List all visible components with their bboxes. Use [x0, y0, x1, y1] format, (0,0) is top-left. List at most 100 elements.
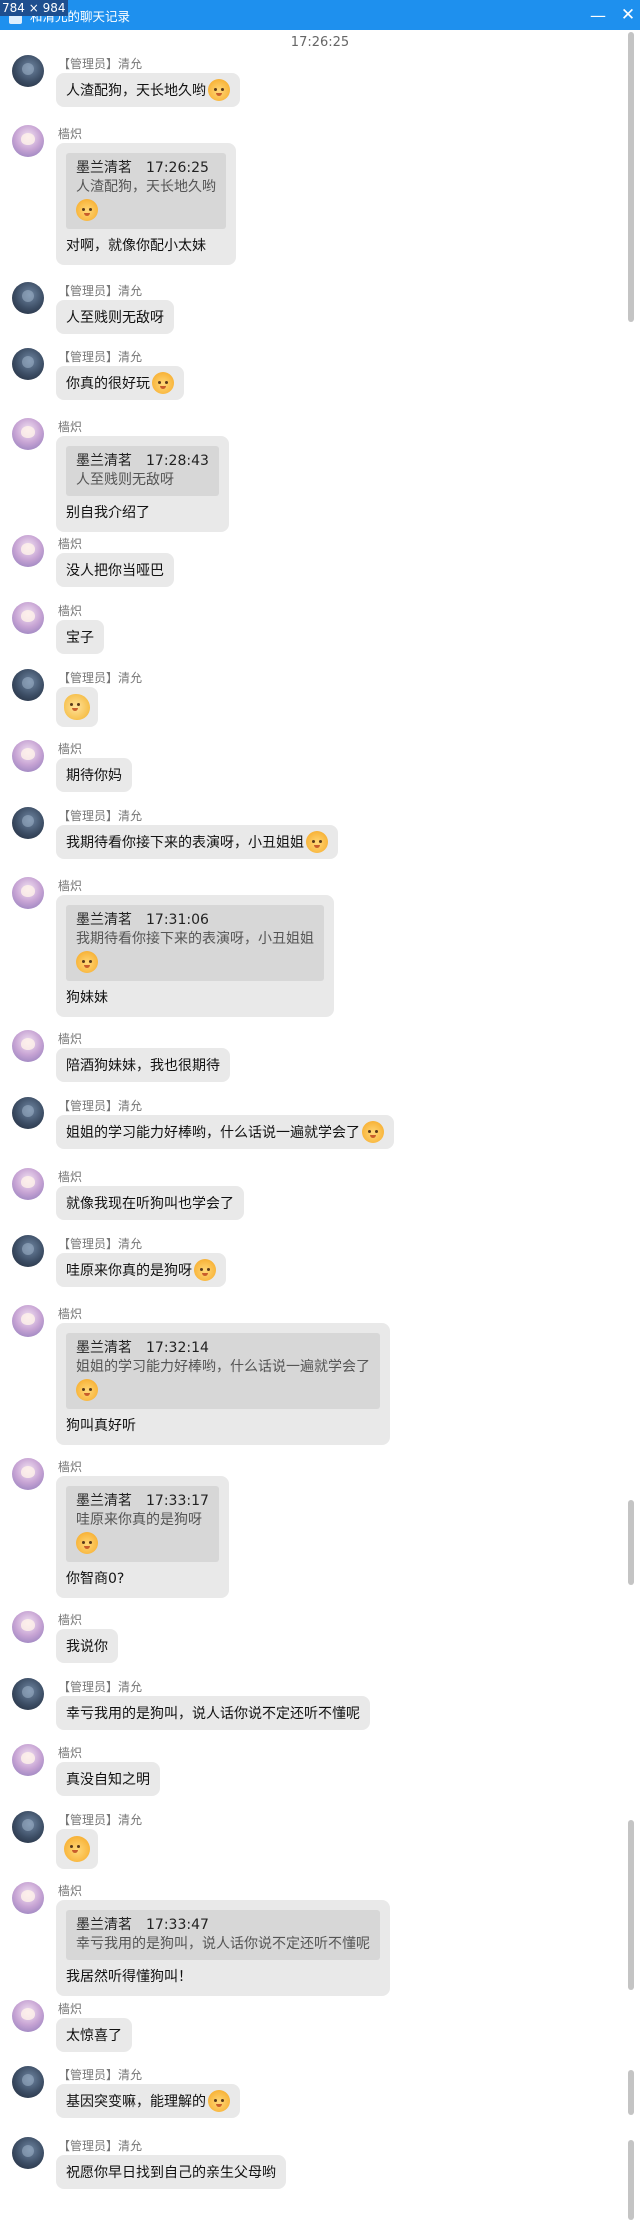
admin-avatar[interactable] [12, 1678, 44, 1710]
dog-face-emoji-icon [76, 1532, 98, 1554]
admin-avatar[interactable] [12, 1811, 44, 1843]
message-bubble: 人至贱则无敌呀 [56, 300, 174, 334]
message-bubble: 墨兰清茗 17:26:25 人渣配狗，天长地久哟 对啊，就像你配小太妹 [56, 143, 236, 265]
sender-name: 樯炽 [58, 1170, 83, 1184]
sender-name: 樯炽 [58, 1884, 83, 1898]
sender-name: 樯炽 [58, 1032, 83, 1046]
quoted-message[interactable]: 墨兰清茗 17:26:25 人渣配狗，天长地久哟 [66, 153, 226, 229]
dog-face-emoji-icon [194, 1259, 216, 1281]
admin-avatar[interactable] [12, 55, 44, 87]
message-bubble: 就像我现在听狗叫也学会了 [56, 1186, 244, 1220]
message-bubble: 没人把你当哑巴 [56, 553, 174, 587]
sender-name: 樯炽 [58, 1307, 83, 1321]
dog-face-emoji-icon [208, 2090, 230, 2112]
admin-avatar[interactable] [12, 282, 44, 314]
admin-avatar[interactable] [12, 2066, 44, 2098]
dimension-overlay: 784 × 984 [0, 0, 68, 16]
user-avatar[interactable] [12, 2000, 44, 2032]
message-bubble: 基因突变嘛，能理解的 [56, 2084, 240, 2118]
sender-name: 【管理员】清允 [58, 284, 143, 298]
sender-name: 樯炽 [58, 127, 83, 141]
minimize-button[interactable]: — [582, 0, 614, 30]
dog-face-emoji-icon [362, 1121, 384, 1143]
user-avatar[interactable] [12, 1611, 44, 1643]
admin-avatar[interactable] [12, 2137, 44, 2169]
window-titlebar: 和清允的聊天记录 784 × 984 — ✕ [0, 0, 640, 30]
scroll-marker [628, 2140, 634, 2220]
quoted-message[interactable]: 墨兰清茗 17:28:43 人至贱则无敌呀 [66, 446, 219, 496]
sender-name: 樯炽 [58, 1460, 83, 1474]
dog-face-emoji-icon [208, 79, 230, 101]
quoted-message[interactable]: 墨兰清茗 17:33:47 幸亏我用的是狗叫，说人话你说不定还听不懂呢 [66, 1910, 380, 1960]
quoted-message[interactable]: 墨兰清茗 17:31:06 我期待看你接下来的表演呀，小丑姐姐 [66, 905, 324, 981]
scrollbar-thumb[interactable] [628, 32, 634, 322]
sender-name: 【管理员】清允 [58, 1813, 143, 1827]
admin-avatar[interactable] [12, 807, 44, 839]
message-bubble: 墨兰清茗 17:28:43 人至贱则无敌呀 别自我介绍了 [56, 436, 229, 532]
admin-avatar[interactable] [12, 348, 44, 380]
user-avatar[interactable] [12, 1458, 44, 1490]
user-avatar[interactable] [12, 1305, 44, 1337]
admin-avatar[interactable] [12, 669, 44, 701]
scroll-marker [628, 1820, 634, 1990]
dog-face-emoji-icon [306, 831, 328, 853]
message-bubble [56, 687, 98, 727]
user-avatar[interactable] [12, 1882, 44, 1914]
sender-name: 樯炽 [58, 2002, 83, 2016]
message-bubble: 哇原来你真的是狗呀 [56, 1253, 226, 1287]
message-bubble: 太惊喜了 [56, 2018, 132, 2052]
sender-name: 【管理员】清允 [58, 2139, 143, 2153]
sender-name: 樯炽 [58, 420, 83, 434]
sender-name: 【管理员】清允 [58, 1099, 143, 1113]
message-bubble: 我期待看你接下来的表演呀，小丑姐姐 [56, 825, 338, 859]
admin-avatar[interactable] [12, 1235, 44, 1267]
sender-name: 【管理员】清允 [58, 671, 143, 685]
sender-name: 【管理员】清允 [58, 350, 143, 364]
message-bubble: 人渣配狗，天长地久哟 [56, 73, 240, 107]
message-bubble: 幸亏我用的是狗叫，说人话你说不定还听不懂呢 [56, 1696, 370, 1730]
message-bubble: 墨兰清茗 17:31:06 我期待看你接下来的表演呀，小丑姐姐 狗妹妹 [56, 895, 334, 1017]
scroll-marker [628, 1500, 634, 1585]
sender-name: 【管理员】清允 [58, 2068, 143, 2082]
admin-avatar[interactable] [12, 1097, 44, 1129]
sender-name: 樯炽 [58, 742, 83, 756]
quoted-message[interactable]: 墨兰清茗 17:33:17 哇原来你真的是狗呀 [66, 1486, 219, 1562]
dog-face-emoji-icon [76, 951, 98, 973]
user-avatar[interactable] [12, 418, 44, 450]
hand-emoji-icon [64, 694, 90, 720]
message-bubble: 我说你 [56, 1629, 118, 1663]
sender-name: 【管理员】清允 [58, 1237, 143, 1251]
sender-name: 樯炽 [58, 1746, 83, 1760]
message-bubble: 宝子 [56, 620, 104, 654]
sender-name: 樯炽 [58, 604, 83, 618]
message-bubble: 墨兰清茗 17:33:17 哇原来你真的是狗呀 你智商0? [56, 1476, 229, 1598]
sender-name: 【管理员】清允 [58, 1680, 143, 1694]
message-bubble: 祝愿你早日找到自己的亲生父母哟 [56, 2155, 286, 2189]
user-avatar[interactable] [12, 1744, 44, 1776]
message-bubble: 你真的很好玩 [56, 366, 184, 400]
sender-name: 樯炽 [58, 1613, 83, 1627]
message-bubble: 姐姐的学习能力好棒哟，什么话说一遍就学会了 [56, 1115, 394, 1149]
sender-name: 樯炽 [58, 879, 83, 893]
scroll-marker [628, 2070, 634, 2115]
dog-face-emoji-icon [152, 372, 174, 394]
sender-name: 【管理员】清允 [58, 57, 143, 71]
quoted-message[interactable]: 墨兰清茗 17:32:14 姐姐的学习能力好棒哟，什么话说一遍就学会了 [66, 1333, 380, 1409]
message-bubble: 墨兰清茗 17:32:14 姐姐的学习能力好棒哟，什么话说一遍就学会了 狗叫真好听 [56, 1323, 390, 1445]
close-button[interactable]: ✕ [612, 0, 640, 30]
user-avatar[interactable] [12, 535, 44, 567]
chat-timestamp: 17:26:25 [290, 35, 350, 50]
message-bubble: 墨兰清茗 17:33:47 幸亏我用的是狗叫，说人话你说不定还听不懂呢 我居然听得… [56, 1900, 390, 1996]
message-bubble: 期待你妈 [56, 758, 132, 792]
user-avatar[interactable] [12, 1168, 44, 1200]
user-avatar[interactable] [12, 125, 44, 157]
message-bubble: 真没自知之明 [56, 1762, 160, 1796]
dog-face-emoji-icon [76, 199, 98, 221]
user-avatar[interactable] [12, 1030, 44, 1062]
user-avatar[interactable] [12, 740, 44, 772]
user-avatar[interactable] [12, 602, 44, 634]
message-bubble [56, 1829, 98, 1869]
sender-name: 樯炽 [58, 537, 83, 551]
message-bubble: 陪酒狗妹妹，我也很期待 [56, 1048, 230, 1082]
user-avatar[interactable] [12, 877, 44, 909]
